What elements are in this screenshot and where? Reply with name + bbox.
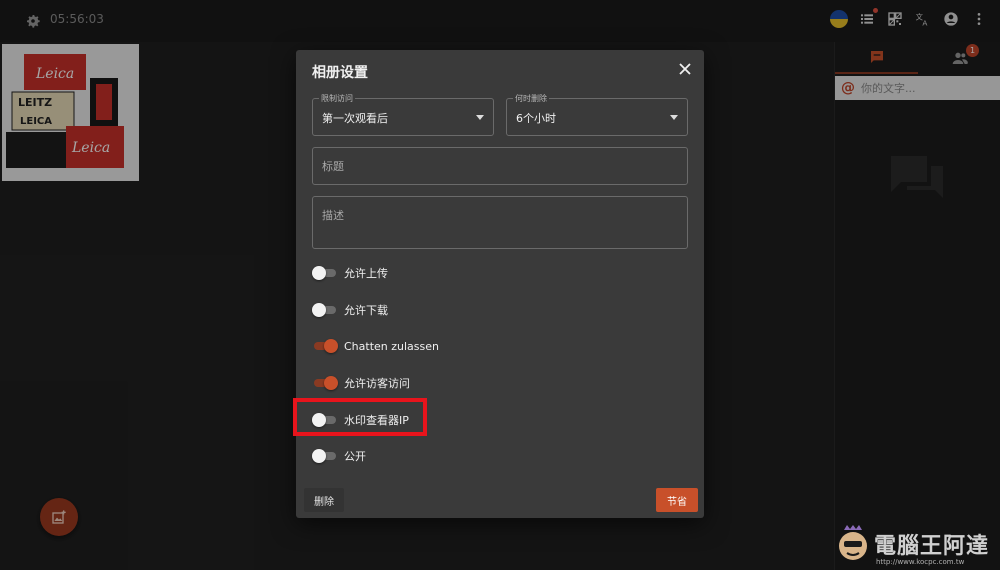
allow-download-label: 允许下载 (344, 304, 388, 317)
delete-when-select[interactable]: 何时删除 6个小时 (506, 93, 688, 136)
toggle-row-allow-chat[interactable]: Chatten zulassen (312, 336, 439, 356)
toggle-row-allow-download[interactable]: 允许下载 (312, 300, 388, 320)
delete-when-label: 何时删除 (513, 93, 549, 104)
description-placeholder: 描述 (322, 209, 344, 222)
description-input[interactable]: 描述 (312, 196, 688, 249)
save-button[interactable]: 节省 (656, 488, 698, 512)
restrict-access-label: 限制访问 (319, 93, 355, 104)
site-watermark: 電腦王阿達 http://www.kocpc.com.tw (836, 520, 998, 568)
chevron-down-icon (476, 115, 484, 120)
chevron-down-icon (670, 115, 678, 120)
allow-download-toggle[interactable] (312, 303, 336, 317)
delete-button[interactable]: 删除 (304, 488, 344, 512)
highlight-box (293, 398, 427, 436)
watermark-text: 電腦王阿達 (874, 533, 990, 559)
watermark-url: http://www.kocpc.com.tw (876, 558, 965, 566)
toggle-row-allow-upload[interactable]: 允许上传 (312, 263, 388, 283)
restrict-access-value: 第一次观看后 (322, 112, 388, 125)
allow-upload-toggle[interactable] (312, 266, 336, 280)
toggle-row-guest-access[interactable]: 允许访客访问 (312, 373, 410, 393)
guest-access-toggle[interactable] (312, 376, 338, 390)
title-placeholder: 标题 (322, 160, 344, 173)
restrict-access-select[interactable]: 限制访问 第一次观看后 (312, 93, 494, 136)
allow-chat-toggle[interactable] (312, 339, 338, 353)
title-input[interactable]: 标题 (312, 147, 688, 185)
public-toggle[interactable] (312, 449, 336, 463)
close-icon[interactable] (678, 61, 692, 75)
guest-access-label: 允许访客访问 (344, 377, 410, 390)
dialog-title: 相册设置 (312, 65, 368, 81)
delete-when-value: 6个小时 (516, 112, 556, 125)
allow-chat-label: Chatten zulassen (344, 339, 439, 353)
toggle-row-public[interactable]: 公开 (312, 446, 366, 466)
album-settings-dialog: 相册设置 限制访问 第一次观看后 何时删除 6个小时 标题 描述 允许上传 允许… (296, 50, 704, 518)
mascot-icon (839, 525, 867, 560)
allow-upload-label: 允许上传 (344, 267, 388, 280)
public-label: 公开 (344, 450, 366, 463)
